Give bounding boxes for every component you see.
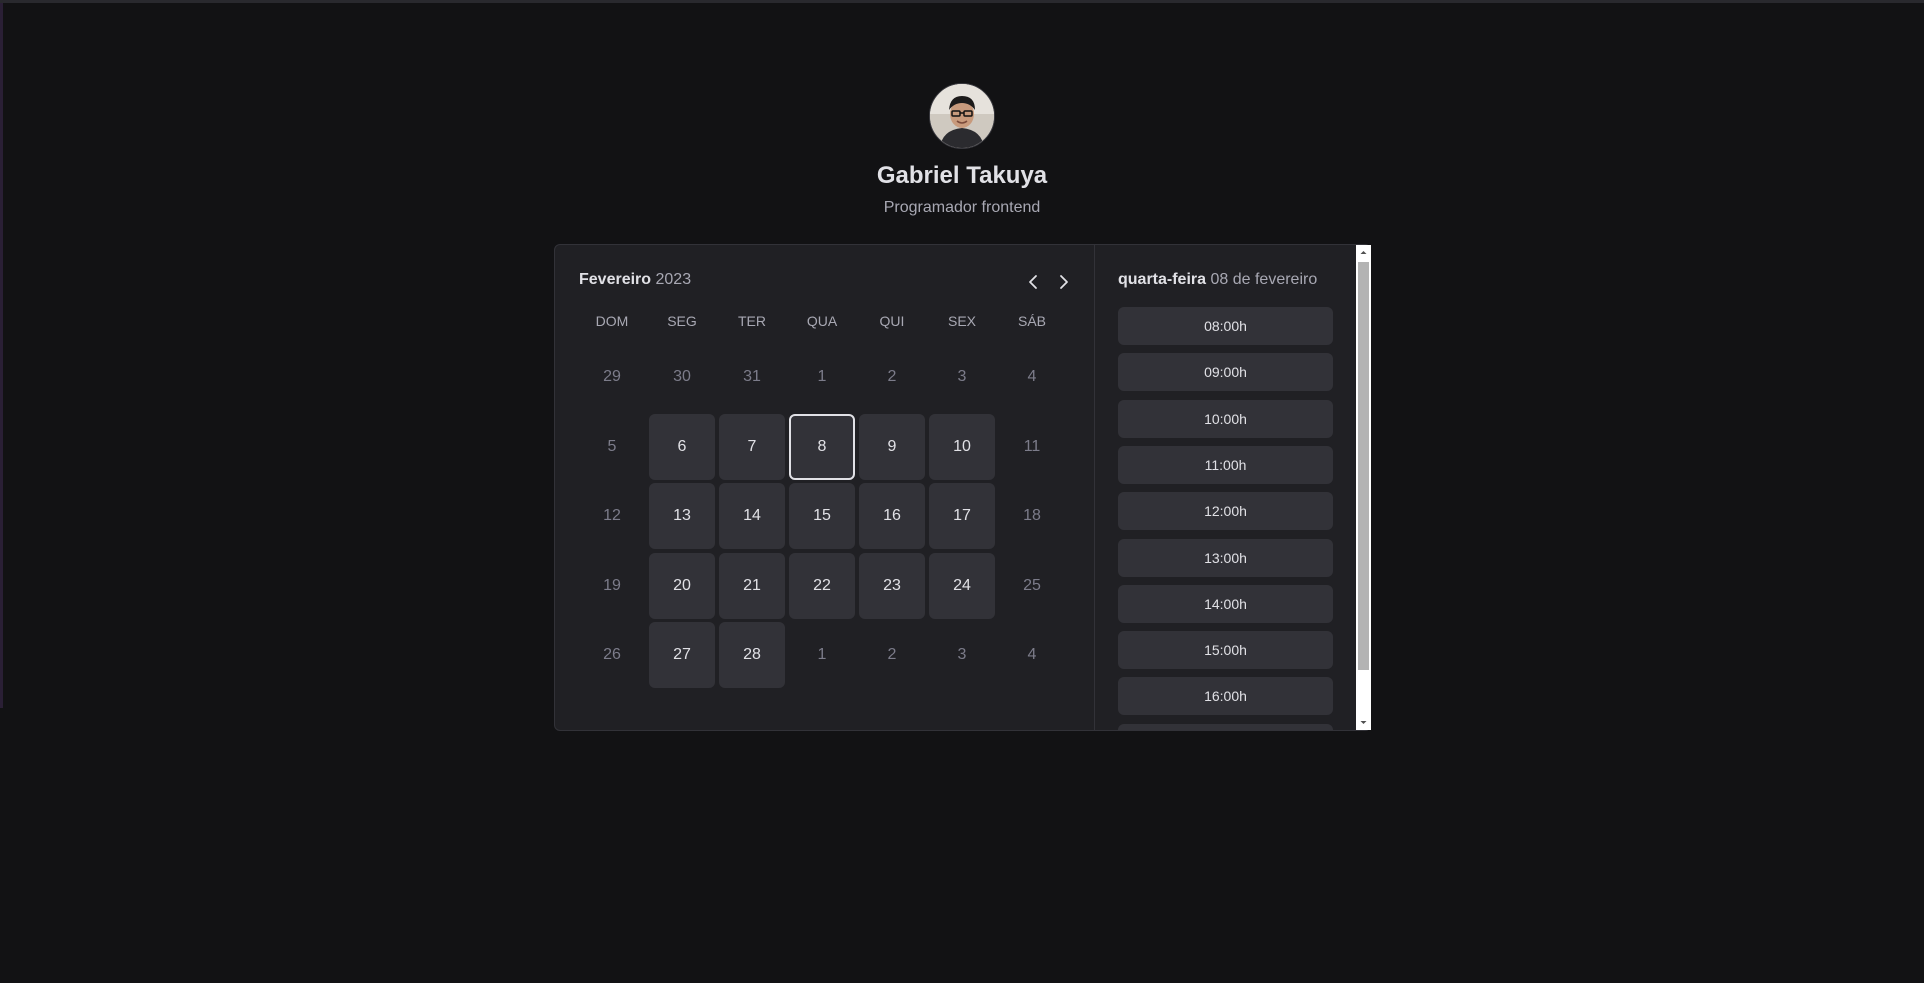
calendar-day-disabled: 1 xyxy=(817,368,827,385)
previous-month-button[interactable] xyxy=(1023,271,1045,293)
calendar-day[interactable]: 15 xyxy=(789,483,855,549)
calendar-day-disabled: 26 xyxy=(603,646,621,663)
weekday-header-row: DOM SEG TER QUA QUI SEX SÁB xyxy=(579,313,1069,333)
avatar-image xyxy=(930,84,994,148)
calendar-day-disabled: 18 xyxy=(1023,507,1041,524)
weekday-label: SÁB xyxy=(1017,313,1046,329)
weekday-label: QUA xyxy=(806,313,838,329)
calendar: Fevereiro 2023 DOM SEG TER QUA QUI SEX SÁB 29 3… xyxy=(555,245,1094,730)
calendar-day-disabled: 12 xyxy=(603,507,621,524)
calendar-days-grid: 29 30 31 1 2 3 4 5 6 7 8 9 10 11 12 13 14 15 16 17 18 19 20 21 2… xyxy=(579,344,1069,704)
time-slot-button[interactable]: 15:00h xyxy=(1118,631,1333,670)
calendar-day[interactable]: 10 xyxy=(929,413,995,480)
calendar-day-disabled: 11 xyxy=(1023,437,1041,455)
time-slot-button[interactable]: 08:00h xyxy=(1118,307,1333,345)
calendar-day[interactable]: 16 xyxy=(859,483,925,549)
calendar-day-disabled: 30 xyxy=(673,368,691,385)
time-slot-button[interactable] xyxy=(1118,723,1333,730)
time-picker: quarta-feira 08 de fevereiro 08:00h 09:00… xyxy=(1095,245,1356,730)
profile-name: Gabriel Takuya xyxy=(876,162,1048,189)
selected-date: 08 de fevereiro xyxy=(1210,271,1318,288)
calendar-day-disabled: 2 xyxy=(887,368,897,385)
scheduler-card: Fevereiro 2023 DOM SEG TER QUA QUI SEX SÁB 29 3… xyxy=(554,244,1371,731)
calendar-day-disabled: 3 xyxy=(957,368,967,385)
scrollbar-thumb[interactable] xyxy=(1358,262,1369,670)
calendar-day-disabled: 19 xyxy=(603,576,621,594)
weekday-label: DOM xyxy=(595,313,629,329)
calendar-day-disabled: 31 xyxy=(743,368,761,385)
profile-role: Programador frontend xyxy=(883,199,1041,216)
calendar-day-disabled: 4 xyxy=(1027,368,1037,385)
next-month-button[interactable] xyxy=(1052,271,1074,293)
time-slot-button[interactable]: 16:00h xyxy=(1118,677,1333,716)
calendar-month: Fevereiro xyxy=(579,271,652,288)
calendar-day-disabled: 29 xyxy=(603,368,621,385)
calendar-day-disabled: 4 xyxy=(1027,646,1037,663)
calendar-day-disabled: 5 xyxy=(607,437,617,455)
chevron-left-icon xyxy=(1029,275,1037,289)
time-slot-button[interactable]: 10:00h xyxy=(1118,399,1333,438)
calendar-day-disabled: 3 xyxy=(957,646,967,663)
calendar-day[interactable]: 7 xyxy=(719,413,785,480)
weekday-label: TER xyxy=(738,313,766,329)
calendar-day-disabled: 1 xyxy=(817,646,827,663)
calendar-day[interactable]: 24 xyxy=(929,552,995,619)
calendar-day[interactable]: 17 xyxy=(929,483,995,549)
calendar-day[interactable]: 28 xyxy=(719,622,785,688)
time-picker-scrollbar[interactable] xyxy=(1356,245,1371,730)
calendar-year: 2023 xyxy=(655,271,692,288)
calendar-title: Fevereiro 2023 xyxy=(579,271,691,289)
calendar-day-disabled: 2 xyxy=(887,646,897,663)
profile-header: Gabriel Takuya Programador frontend xyxy=(0,83,1924,217)
calendar-day-selected[interactable]: 8 xyxy=(789,413,855,480)
calendar-day[interactable]: 20 xyxy=(649,552,715,619)
calendar-day[interactable]: 13 xyxy=(649,483,715,549)
calendar-day[interactable]: 23 xyxy=(859,552,925,619)
time-picker-title: quarta-feira 08 de fevereiro xyxy=(1118,271,1317,289)
window-top-border xyxy=(0,0,1924,3)
weekday-label: SEX xyxy=(947,313,976,329)
time-slot-button[interactable]: 14:00h xyxy=(1118,584,1333,623)
calendar-day[interactable]: 22 xyxy=(789,552,855,619)
time-slot-button[interactable]: 12:00h xyxy=(1118,492,1333,531)
calendar-day[interactable]: 27 xyxy=(649,622,715,688)
scroll-down-arrow-icon[interactable] xyxy=(1356,715,1371,730)
weekday-label: QUI xyxy=(879,313,905,329)
calendar-day[interactable]: 6 xyxy=(649,413,715,480)
time-slot-button[interactable]: 13:00h xyxy=(1118,538,1333,577)
chevron-right-icon xyxy=(1060,275,1068,289)
weekday-label: SEG xyxy=(667,313,697,329)
time-slot-button[interactable]: 11:00h xyxy=(1118,445,1333,484)
calendar-day[interactable]: 14 xyxy=(719,483,785,549)
scroll-up-arrow-icon[interactable] xyxy=(1356,245,1371,260)
calendar-day[interactable]: 9 xyxy=(859,413,925,480)
calendar-day-disabled: 25 xyxy=(1023,576,1041,594)
avatar xyxy=(929,83,995,149)
time-slot-button[interactable]: 09:00h xyxy=(1118,353,1333,392)
selected-weekday: quarta-feira xyxy=(1118,271,1207,288)
calendar-day[interactable]: 21 xyxy=(719,552,785,619)
